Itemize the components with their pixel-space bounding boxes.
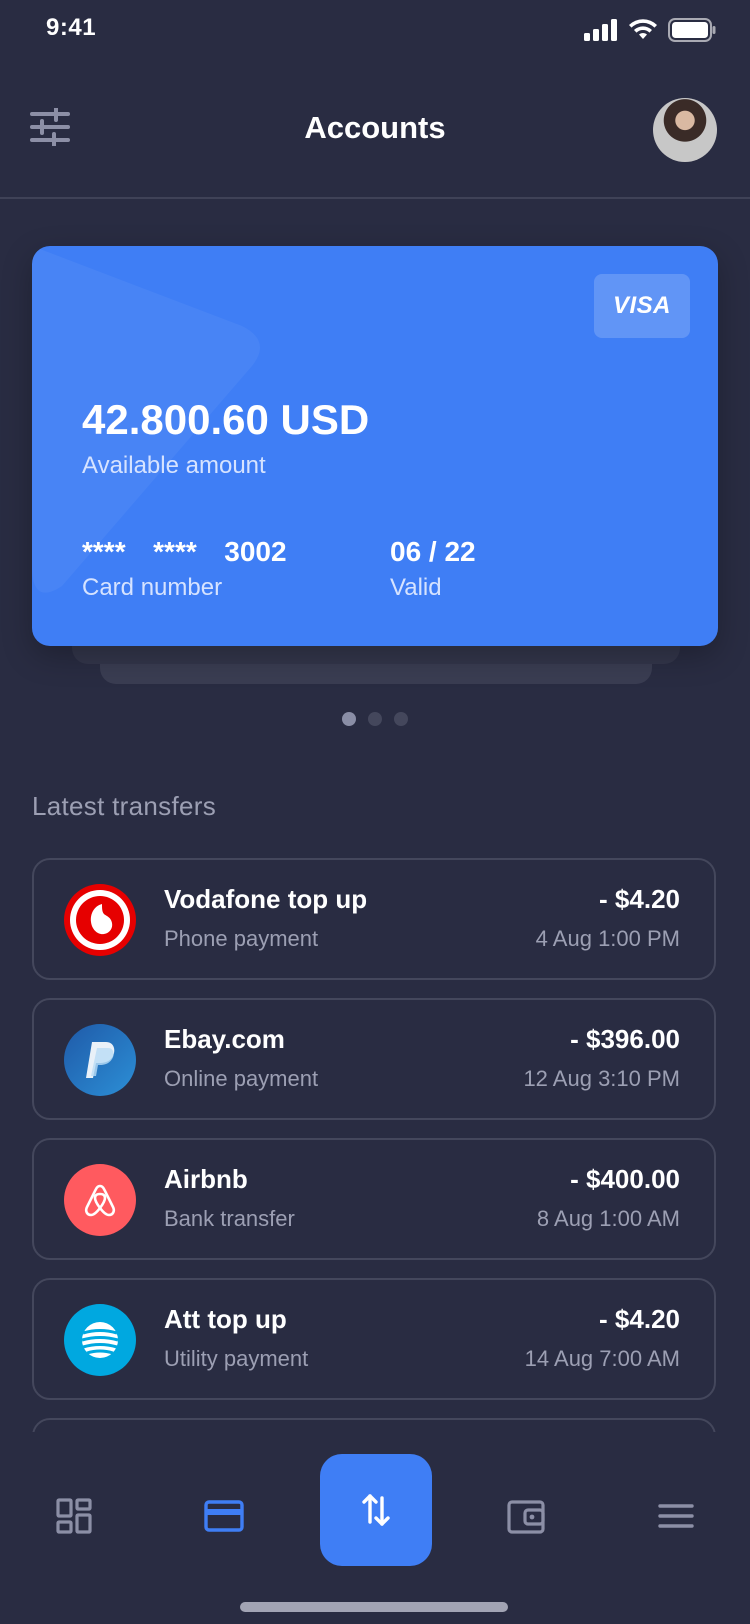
vodafone-logo [64, 884, 136, 956]
transfer-amount: - $396.00 [570, 1024, 680, 1054]
transfer-title: Att top up [164, 1304, 287, 1334]
transfer-amount: - $4.20 [599, 884, 680, 914]
home-indicator [240, 1602, 508, 1612]
nav-transfer[interactable] [320, 1454, 432, 1566]
card-amount-label: Available amount [82, 452, 266, 479]
transfer-item[interactable]: Ebay.com Online payment - $396.00 12 Aug… [32, 998, 716, 1120]
nav-cards[interactable] [194, 1486, 254, 1546]
transfer-time: 4 Aug 1:00 PM [535, 926, 680, 951]
nav-menu[interactable] [646, 1486, 706, 1546]
visa-logo: VISA [594, 274, 690, 338]
card-valid: 06 / 22 [390, 536, 476, 567]
menu-icon [658, 1504, 694, 1528]
battery-icon [668, 18, 716, 42]
carousel-dots [0, 712, 750, 726]
transfer-title: Ebay.com [164, 1024, 285, 1054]
transfer-title: Airbnb [164, 1164, 248, 1194]
section-title: Latest transfers [32, 791, 216, 821]
card-number: **** **** 3002 [82, 536, 287, 567]
paypal-logo [64, 1024, 136, 1096]
transfer-amount: - $4.20 [599, 1304, 680, 1334]
airbnb-logo [64, 1164, 136, 1236]
nav-wallet[interactable] [496, 1486, 556, 1546]
card-amount: 42.800.60 USD [82, 396, 370, 443]
transfer-subtitle: Online payment [164, 1066, 319, 1091]
carousel-dot[interactable] [342, 712, 356, 726]
carousel-dot[interactable] [394, 712, 408, 726]
credit-card[interactable]: VISA 42.800.60 USD Available amount ****… [32, 246, 718, 646]
dashboard-icon [56, 1498, 92, 1534]
transfer-subtitle: Bank transfer [164, 1206, 295, 1231]
carousel-dot[interactable] [368, 712, 382, 726]
signal-icon [584, 19, 617, 41]
transfer-subtitle: Phone payment [164, 926, 319, 951]
bottom-navigation [0, 1432, 750, 1624]
transfer-item[interactable]: Vodafone top up Phone payment - $4.20 4 … [32, 858, 716, 980]
wifi-icon [629, 19, 657, 39]
transfer-icon [362, 1494, 390, 1526]
transfer-item[interactable]: Att top up Utility payment - $4.20 14 Au… [32, 1278, 716, 1400]
transfer-time: 14 Aug 7:00 AM [524, 1346, 680, 1371]
card-number-label: Card number [82, 574, 223, 601]
avatar[interactable] [653, 98, 717, 162]
transfer-title: Vodafone top up [164, 884, 368, 914]
att-logo [64, 1304, 136, 1376]
nav-dashboard[interactable] [44, 1486, 104, 1546]
transfer-item[interactable]: Airbnb Bank transfer - $400.00 8 Aug 1:0… [32, 1138, 716, 1260]
card-valid-label: Valid [390, 574, 442, 601]
transfer-time: 8 Aug 1:00 AM [536, 1206, 680, 1231]
status-time: 9:41 [46, 14, 97, 41]
transfer-subtitle: Utility payment [164, 1346, 309, 1371]
card-icon [204, 1500, 244, 1532]
page-title: Accounts [304, 110, 446, 145]
header-divider [0, 197, 750, 199]
transfer-amount: - $400.00 [570, 1164, 680, 1194]
wallet-icon [507, 1500, 545, 1534]
status-icons [584, 18, 716, 42]
transfer-time: 12 Aug 3:10 PM [523, 1066, 680, 1091]
